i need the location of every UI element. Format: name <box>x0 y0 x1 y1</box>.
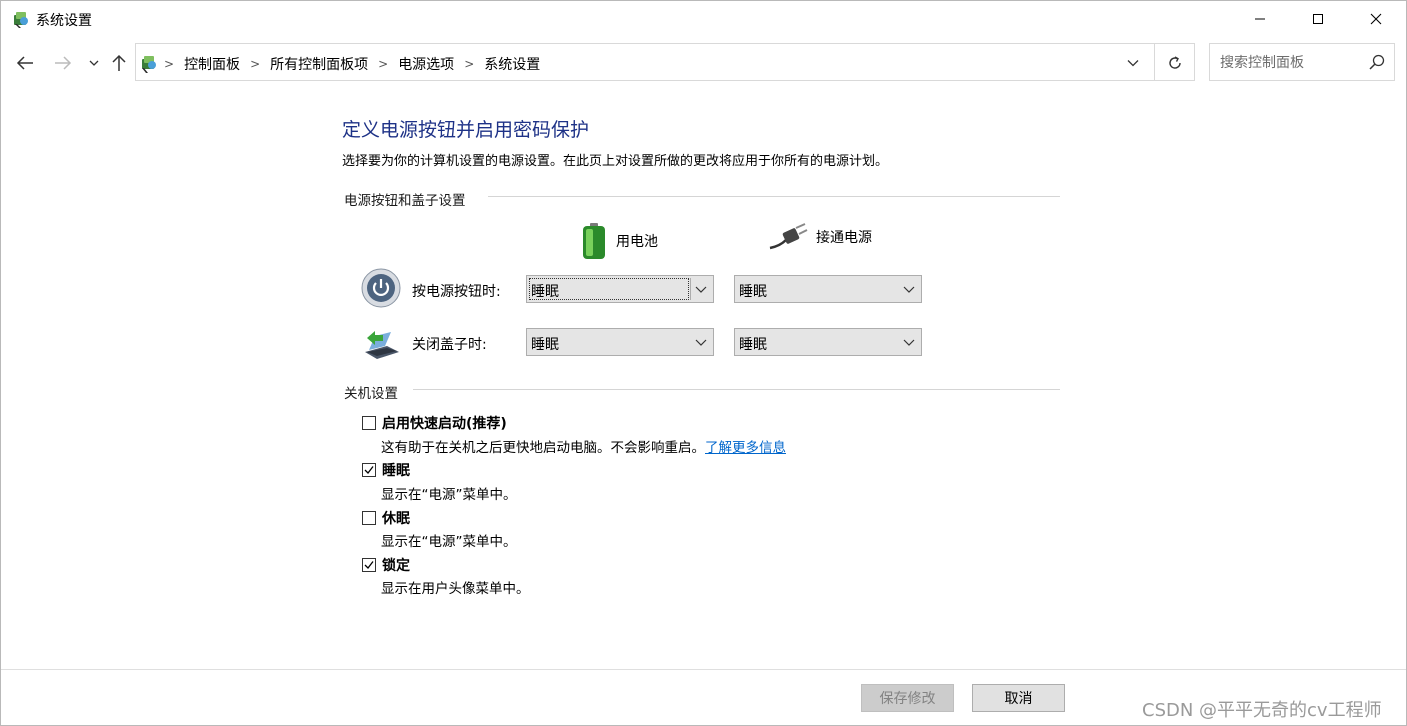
window-border <box>0 0 1407 726</box>
battery-label: 用电池 <box>616 234 658 250</box>
search-icon[interactable] <box>1368 53 1386 71</box>
select-value: 睡眠 <box>531 284 559 300</box>
chevron-down-icon <box>695 286 707 293</box>
power-plug-icon <box>769 223 808 250</box>
minimize-button[interactable] <box>1231 0 1289 38</box>
refresh-icon <box>1169 56 1181 69</box>
maximize-icon <box>1313 14 1323 24</box>
checkmark-icon <box>364 561 374 569</box>
up-button[interactable] <box>108 52 130 74</box>
select-value: 睡眠 <box>531 337 559 353</box>
lid-close-label: 关闭盖子时: <box>412 337 487 353</box>
chevron-right-icon[interactable]: > <box>378 57 388 71</box>
laptop-lid-icon <box>365 331 399 359</box>
forward-button[interactable] <box>52 52 74 74</box>
control-panel-icon <box>14 12 28 28</box>
breadcrumb-item[interactable]: 控制面板 <box>184 54 240 74</box>
watermark: CSDN @平平无奇的cv工程师 <box>1142 700 1382 721</box>
search-box[interactable] <box>1209 43 1395 81</box>
arrow-up-icon <box>112 54 126 71</box>
power-button-battery-select[interactable]: 睡眠 <box>526 275 714 303</box>
power-section-heading: 电源按钮和盖子设置 <box>344 193 466 209</box>
sleep-label[interactable]: 睡眠 <box>382 460 410 480</box>
breadcrumb-item[interactable]: 系统设置 <box>484 54 540 74</box>
hibernate-label[interactable]: 休眠 <box>382 508 410 528</box>
divider <box>690 278 691 300</box>
power-button-icon <box>361 268 401 308</box>
cancel-button[interactable]: 取消 <box>972 684 1065 712</box>
footer-divider <box>1 669 1406 670</box>
lid-close-battery-select[interactable]: 睡眠 <box>526 328 714 356</box>
battery-icon <box>583 223 605 259</box>
chevron-down-icon <box>695 339 707 346</box>
chevron-down-icon <box>903 286 915 293</box>
address-history-button[interactable] <box>1122 53 1144 73</box>
arrow-left-icon <box>16 56 33 70</box>
lock-description: 显示在用户头像菜单中。 <box>381 581 530 597</box>
maximize-button[interactable] <box>1289 0 1347 38</box>
arrow-right-icon <box>55 56 72 70</box>
breadcrumb: > 控制面板 > 所有控制面板项 > 电源选项 > 系统设置 <box>164 54 550 74</box>
minimize-icon <box>1255 18 1265 20</box>
chevron-right-icon: > <box>164 57 175 71</box>
fast-startup-checkbox[interactable] <box>362 416 376 430</box>
select-value: 睡眠 <box>739 337 767 353</box>
lock-checkbox[interactable] <box>362 558 376 572</box>
checkmark-icon <box>364 466 374 474</box>
power-button-label: 按电源按钮时: <box>412 284 501 300</box>
breadcrumb-item[interactable]: 所有控制面板项 <box>270 54 368 74</box>
back-button[interactable] <box>14 52 36 74</box>
select-value: 睡眠 <box>739 284 767 300</box>
page-title: 定义电源按钮并启用密码保护 <box>342 119 590 141</box>
chevron-down-icon <box>903 339 915 346</box>
power-button-plugged-select[interactable]: 睡眠 <box>734 275 922 303</box>
address-bar[interactable]: > 控制面板 > 所有控制面板项 > 电源选项 > 系统设置 <box>135 43 1195 81</box>
close-button[interactable] <box>1347 0 1405 38</box>
recent-locations-button[interactable] <box>83 52 105 74</box>
column-header-battery: 用电池 <box>580 222 658 260</box>
sleep-checkbox[interactable] <box>362 463 376 477</box>
chevron-right-icon[interactable]: > <box>250 57 260 71</box>
learn-more-link[interactable]: 了解更多信息 <box>705 440 786 456</box>
title-bar: 系统设置 <box>0 0 1407 38</box>
lock-label[interactable]: 锁定 <box>382 555 410 575</box>
column-header-plugged-in: 接通电源 <box>768 222 872 252</box>
section-divider <box>488 196 1060 197</box>
plugged-in-label: 接通电源 <box>816 230 872 246</box>
divider <box>1154 44 1155 80</box>
chevron-right-icon[interactable]: > <box>464 57 474 71</box>
hibernate-description: 显示在“电源”菜单中。 <box>381 534 517 550</box>
chevron-down-icon <box>1127 60 1139 67</box>
fast-startup-label[interactable]: 启用快速启动(推荐) <box>382 413 507 433</box>
shutdown-section-heading: 关机设置 <box>344 386 398 402</box>
save-changes-button[interactable]: 保存修改 <box>861 684 954 712</box>
breadcrumb-item[interactable]: 电源选项 <box>398 54 454 74</box>
section-divider <box>413 389 1060 390</box>
page-description: 选择要为你的计算机设置的电源设置。在此页上对设置所做的更改将应用于你所有的电源计… <box>342 154 889 169</box>
refresh-button[interactable] <box>1164 52 1186 74</box>
close-icon <box>1370 13 1382 25</box>
window-title: 系统设置 <box>36 13 92 29</box>
chevron-down-icon <box>89 60 99 66</box>
hibernate-checkbox[interactable] <box>362 511 376 525</box>
search-input[interactable] <box>1218 52 1362 74</box>
sleep-description: 显示在“电源”菜单中。 <box>381 487 517 503</box>
lid-close-plugged-select[interactable]: 睡眠 <box>734 328 922 356</box>
fast-startup-description: 这有助于在关机之后更快地启动电脑。不会影响重启。了解更多信息 <box>381 436 786 456</box>
control-panel-icon <box>142 56 156 73</box>
fast-startup-desc-text: 这有助于在关机之后更快地启动电脑。不会影响重启。 <box>381 440 705 456</box>
